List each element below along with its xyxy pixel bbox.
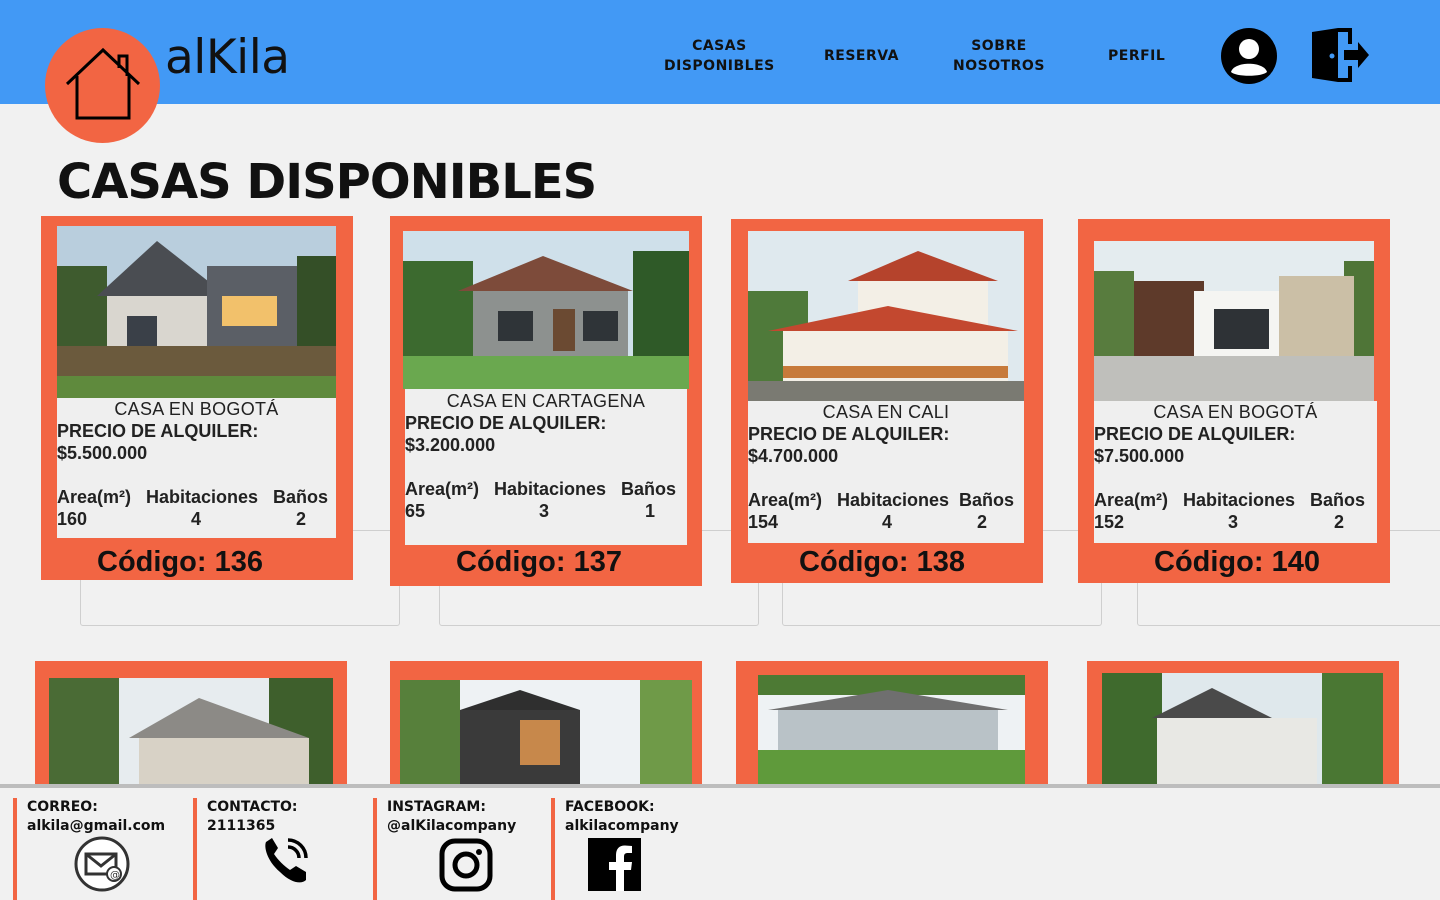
house-card[interactable]: CASA EN CARTAGENA PRECIO DE ALQUILER: $3…	[390, 216, 702, 586]
rooms-label: Habitaciones	[1183, 490, 1296, 510]
home-logo[interactable]	[45, 28, 160, 143]
user-icon[interactable]	[1220, 27, 1278, 85]
area-label: Area(m²)	[57, 487, 132, 507]
email-label: CORREO:	[27, 799, 98, 815]
house-card[interactable]	[1087, 661, 1399, 785]
nav-label: PERFIL	[1108, 48, 1166, 64]
phone-icon[interactable]	[258, 832, 314, 893]
nav-reserva[interactable]: RESERVA	[824, 46, 899, 66]
price-label: PRECIO DE ALQUILER:	[748, 424, 950, 444]
home-icon	[65, 47, 141, 120]
logout-icon[interactable]	[1310, 26, 1370, 84]
area-label: Area(m²)	[405, 479, 480, 499]
house-card[interactable]: CASA EN CALI PRECIO DE ALQUILER: $4.700.…	[731, 219, 1043, 583]
nav-label: SOBRE	[971, 38, 1027, 54]
instagram-value[interactable]: @alKilacompany	[387, 817, 548, 836]
contact-label: CONTACTO:	[207, 799, 298, 815]
baths-value: 2	[296, 509, 307, 529]
house-photo	[49, 678, 333, 785]
house-photo	[1094, 241, 1374, 401]
brand-name[interactable]: alKila	[165, 30, 290, 85]
instagram-label: INSTAGRAM:	[387, 799, 486, 815]
house-photo	[400, 680, 692, 785]
area-value: 152	[1094, 512, 1125, 532]
house-photo	[758, 675, 1025, 785]
nav-label: RESERVA	[824, 48, 899, 64]
nav-perfil[interactable]: PERFIL	[1108, 46, 1165, 66]
house-card[interactable]: CASA EN BOGOTÁ PRECIO DE ALQUILER: $7.50…	[1078, 219, 1390, 583]
house-title: CASA EN BOGOTÁ	[1153, 402, 1318, 422]
house-info: CASA EN CALI PRECIO DE ALQUILER: $4.700.…	[748, 401, 1024, 543]
house-info: CASA EN CARTAGENA PRECIO DE ALQUILER: $3…	[405, 389, 687, 545]
rooms-value: 4	[191, 509, 202, 529]
house-photo	[1102, 673, 1383, 785]
area-value: 65	[405, 501, 426, 521]
facebook-value[interactable]: alkilacompany	[565, 817, 726, 836]
rooms-value: 3	[1228, 512, 1239, 532]
house-code: Código: 137	[456, 546, 622, 578]
area-value: 154	[748, 512, 779, 532]
nav-label: CASAS	[692, 38, 747, 54]
nav-sobre-nosotros[interactable]: SOBRE NOSOTROS	[953, 36, 1045, 76]
house-card[interactable]	[35, 661, 347, 785]
baths-value: 1	[645, 501, 656, 521]
house-photo	[57, 226, 336, 398]
price-value: $7.500.000	[1094, 446, 1185, 466]
area-label: Area(m²)	[1094, 490, 1169, 510]
house-card[interactable]: CASA EN BOGOTÁ PRECIO DE ALQUILER: $5.50…	[41, 216, 353, 580]
price-value: $5.500.000	[57, 443, 148, 463]
rooms-label: Habitaciones	[494, 479, 607, 499]
house-title: CASA EN CARTAGENA	[446, 391, 646, 411]
baths-label: Baños	[621, 479, 677, 499]
nav-casas-disponibles[interactable]: CASAS DISPONIBLES	[664, 36, 775, 76]
house-photo	[748, 231, 1024, 401]
baths-label: Baños	[959, 490, 1015, 510]
price-label: PRECIO DE ALQUILER:	[57, 421, 259, 441]
price-label: PRECIO DE ALQUILER:	[405, 413, 607, 433]
house-card[interactable]	[736, 661, 1048, 785]
rooms-value: 3	[539, 501, 550, 521]
area-value: 160	[57, 509, 88, 529]
instagram-icon[interactable]	[439, 838, 493, 897]
rooms-value: 4	[882, 512, 893, 532]
house-title: CASA EN BOGOTÁ	[114, 399, 279, 419]
baths-label: Baños	[1310, 490, 1366, 510]
nav-label: NOSOTROS	[953, 58, 1045, 74]
footer: CORREO: alkila@gmail.com @ CONTACTO: 211…	[0, 788, 1440, 900]
email-value[interactable]: alkila@gmail.com	[27, 817, 188, 836]
page-title: CASAS DISPONIBLES	[57, 154, 597, 210]
house-code: Código: 138	[799, 546, 965, 578]
top-bar: alKila CASAS DISPONIBLES RESERVA SOBRE N…	[0, 0, 1440, 104]
area-label: Area(m²)	[748, 490, 823, 510]
house-code: Código: 140	[1154, 546, 1320, 578]
house-info: CASA EN BOGOTÁ PRECIO DE ALQUILER: $7.50…	[1094, 401, 1377, 543]
mail-icon[interactable]: @	[74, 836, 130, 897]
baths-value: 2	[1334, 512, 1345, 532]
facebook-label: FACEBOOK:	[565, 799, 655, 815]
nav-label: DISPONIBLES	[664, 58, 775, 74]
house-code: Código: 136	[97, 546, 263, 578]
rooms-label: Habitaciones	[146, 487, 259, 507]
house-title: CASA EN CALI	[822, 402, 950, 422]
rooms-label: Habitaciones	[837, 490, 950, 510]
svg-text:@: @	[110, 870, 120, 881]
house-card[interactable]	[390, 661, 702, 785]
facebook-icon[interactable]	[588, 838, 641, 896]
house-info: CASA EN BOGOTÁ PRECIO DE ALQUILER: $5.50…	[57, 398, 336, 538]
baths-label: Baños	[273, 487, 329, 507]
price-label: PRECIO DE ALQUILER:	[1094, 424, 1296, 444]
house-photo	[403, 231, 689, 389]
price-value: $4.700.000	[748, 446, 839, 466]
baths-value: 2	[977, 512, 988, 532]
price-value: $3.200.000	[405, 435, 496, 455]
